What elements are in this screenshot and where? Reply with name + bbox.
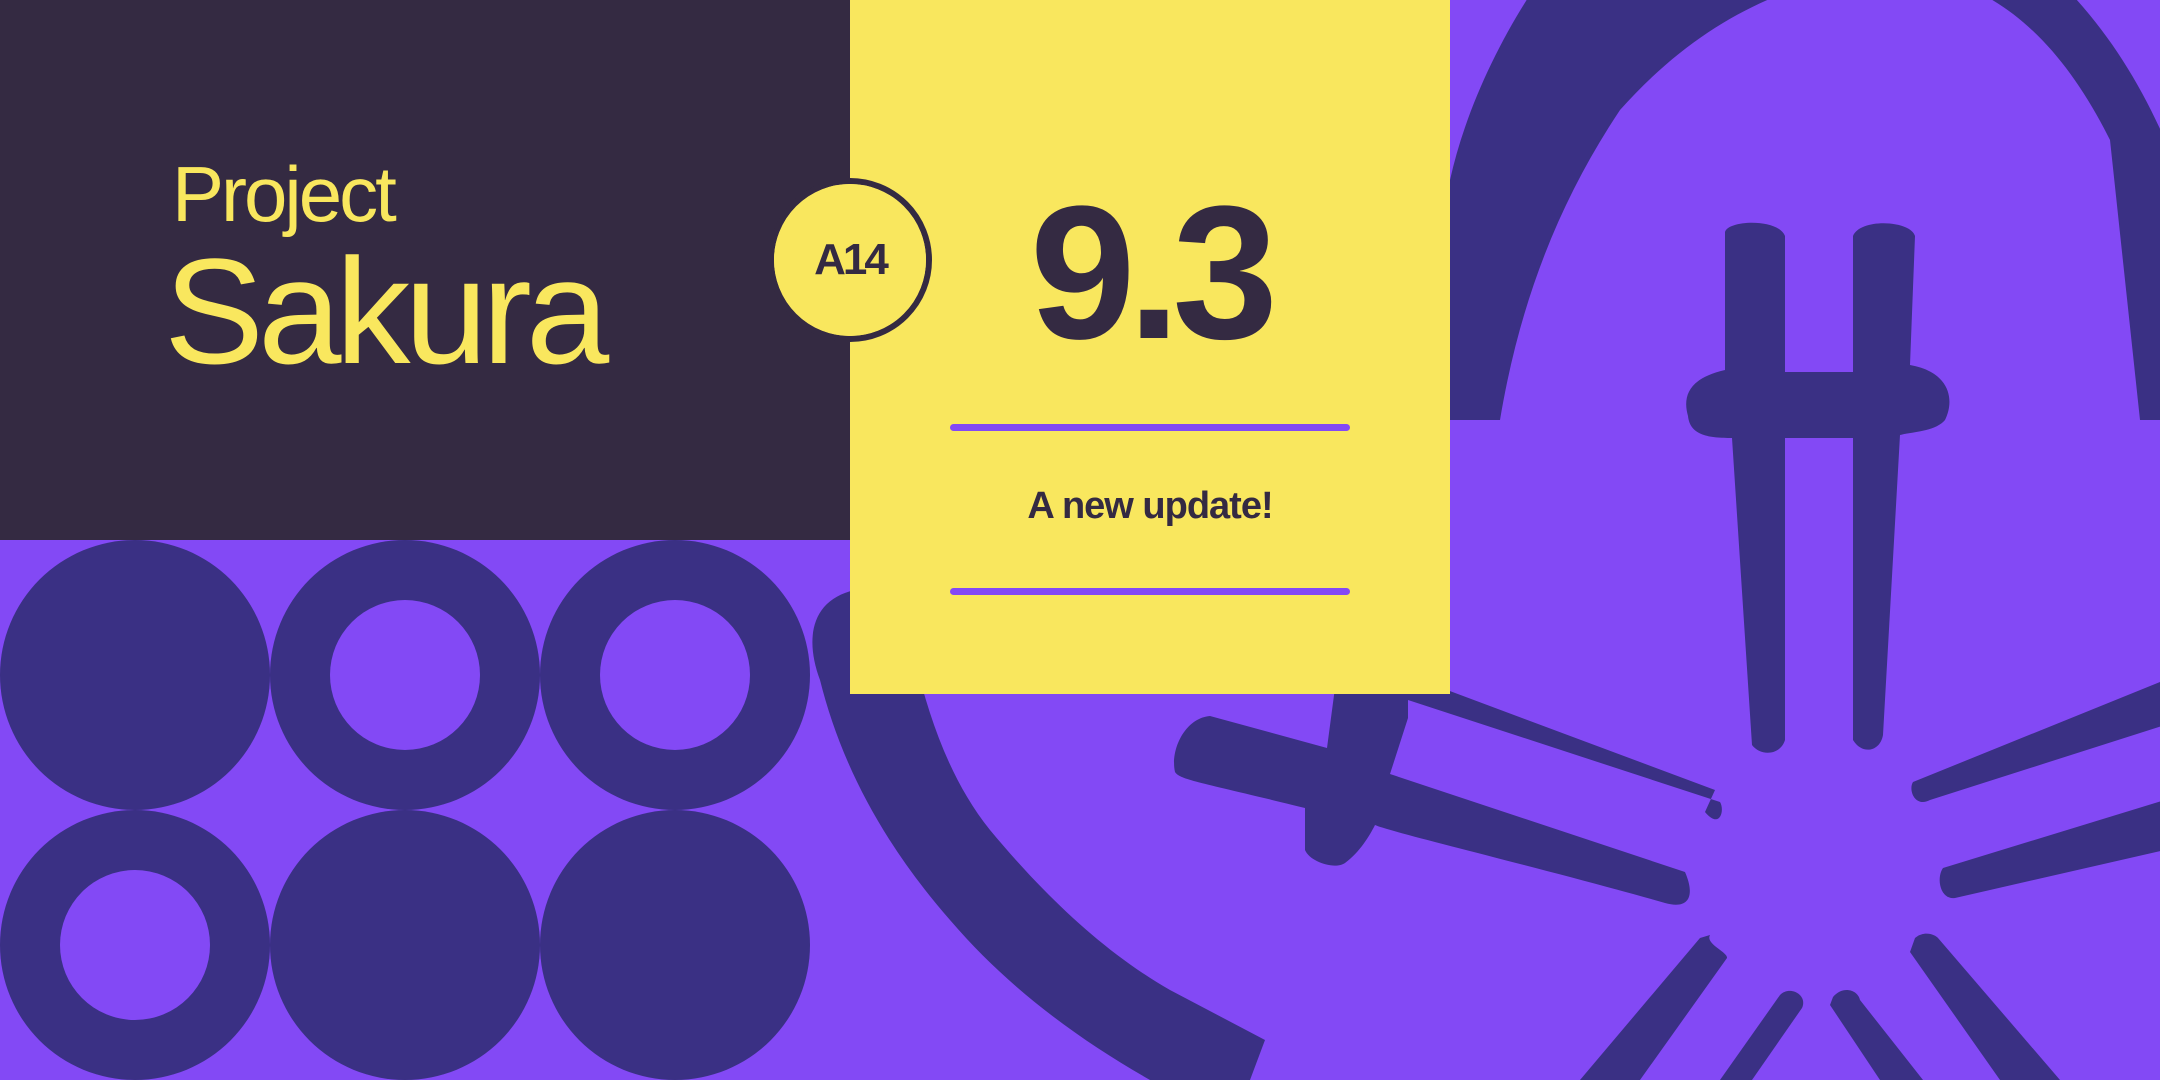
banner-canvas: Project Sakura 9.3 A new update! A14 [0, 0, 2160, 1080]
grid-circle-solid [0, 540, 270, 810]
grid-circle-ring [270, 540, 540, 810]
version-badge: A14 [768, 178, 932, 342]
version-number: 9.3 [1029, 167, 1278, 379]
grid-circle-ring [0, 810, 270, 1080]
project-label: Project [172, 150, 397, 238]
circle-grid-icon [0, 540, 810, 1080]
grid-circle-ring [540, 540, 810, 810]
divider-bottom [950, 588, 1350, 595]
project-name: Sakura [164, 227, 609, 395]
badge-label: A14 [774, 184, 926, 336]
divider-top [950, 424, 1350, 431]
update-tagline: A new update! [1027, 485, 1273, 527]
burst-lines-icon [1580, 682, 2160, 1080]
grid-circle-solid [540, 810, 810, 1080]
grid-circle-solid [270, 810, 540, 1080]
